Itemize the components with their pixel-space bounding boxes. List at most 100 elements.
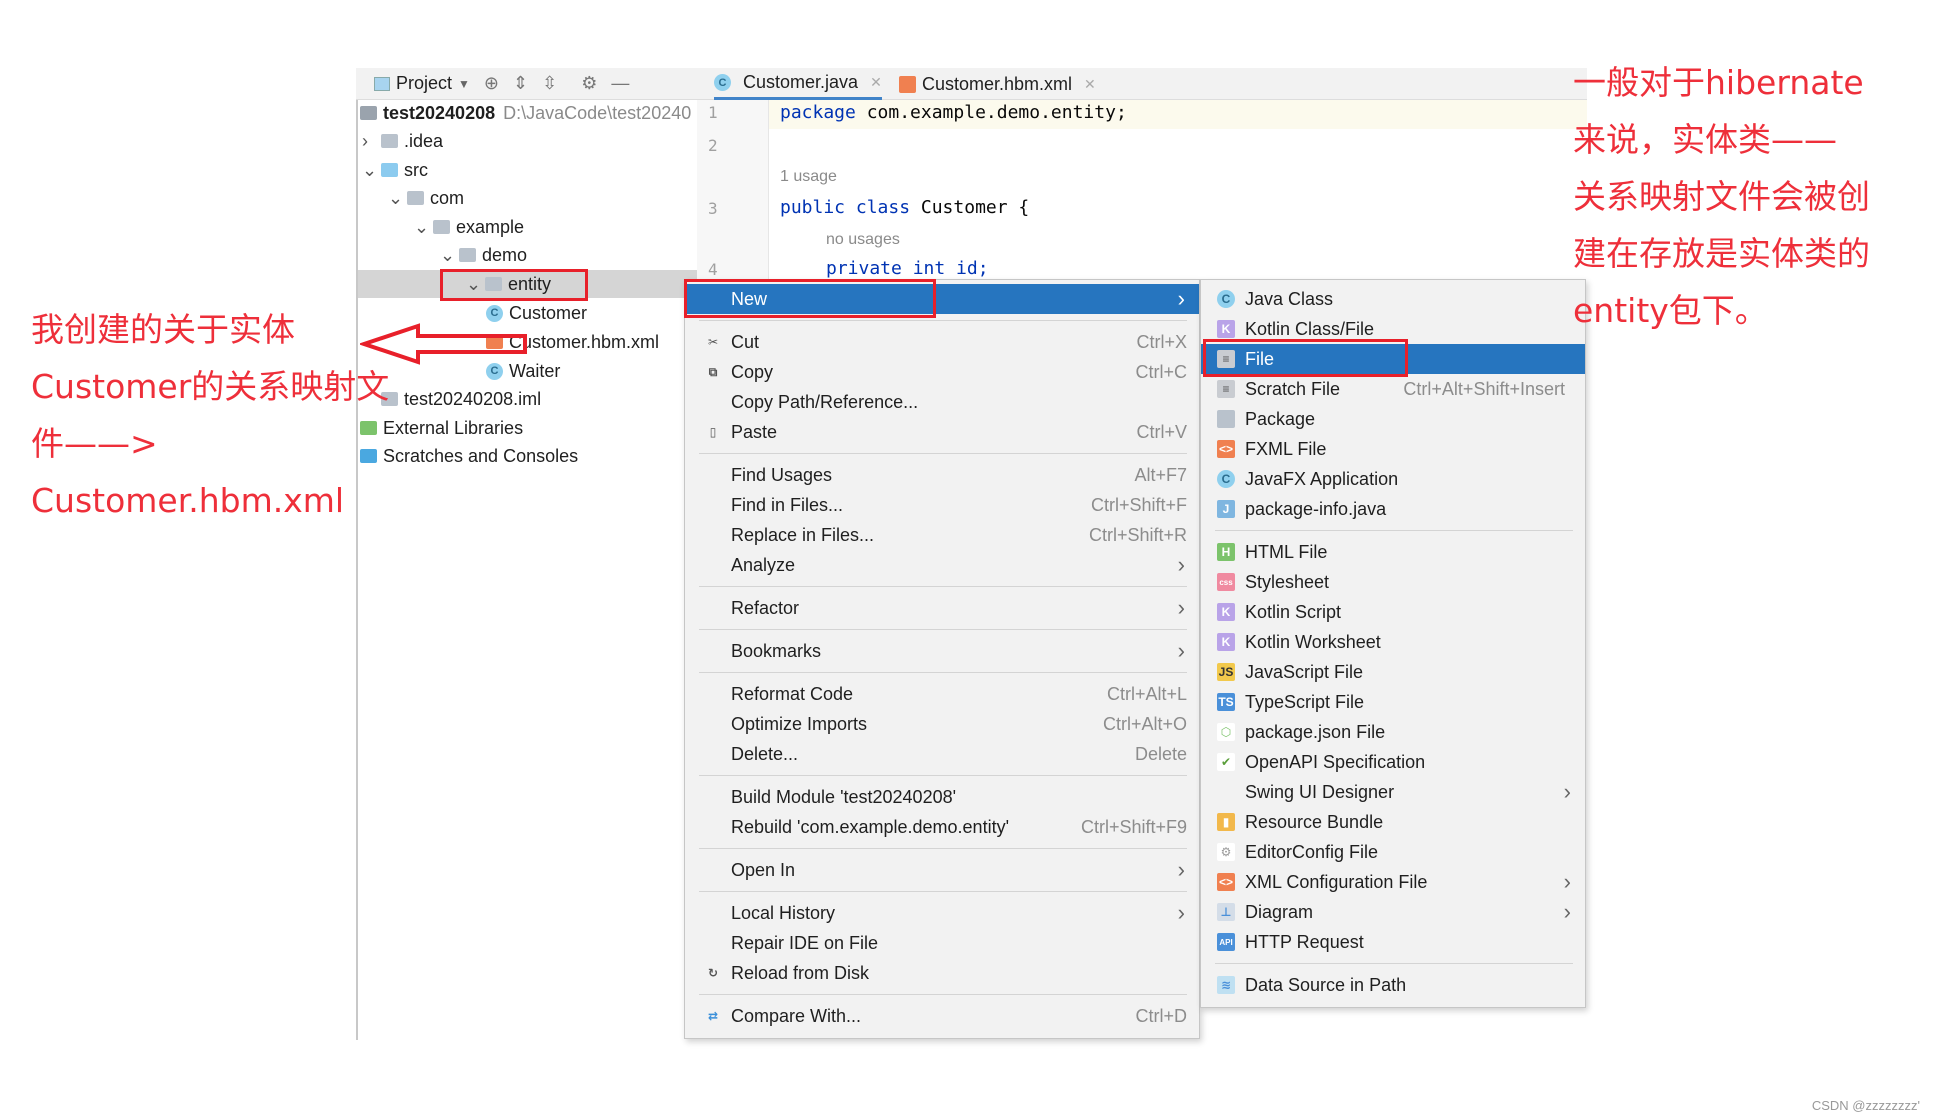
menu-item-xml-configuration-file[interactable]: <> XML Configuration File › — [1201, 867, 1585, 897]
menu-item-reload-from-disk[interactable]: ↻ Reload from Disk — [685, 958, 1199, 988]
chevron-down-icon[interactable]: ⌄ — [388, 188, 403, 209]
menu-item-javascript-file[interactable]: JS JavaScript File — [1201, 657, 1585, 687]
usage-hint[interactable]: 1 usage — [780, 168, 837, 186]
collapse-all-icon[interactable]: ⇳ — [542, 73, 557, 94]
shortcut-label: Ctrl+Shift+R — [1088, 524, 1187, 545]
editor-gutter — [697, 100, 769, 279]
tab-label: Customer.java — [743, 72, 859, 92]
tree-item-label: test20240208 — [383, 102, 496, 123]
tree-item-demo[interactable]: ⌄ demo — [358, 241, 697, 269]
line-number: 1 — [708, 103, 718, 122]
tree-item-test20240208[interactable]: test20240208 D:\JavaCode\test20240 — [358, 99, 697, 127]
menu-item-label: Bookmarks — [731, 640, 822, 661]
menu-item-editorconfig-file[interactable]: ⚙ EditorConfig File — [1201, 837, 1585, 867]
menu-item-scratch-file[interactable]: ≡ Scratch File Ctrl+Alt+Shift+Insert — [1201, 374, 1585, 404]
tree-item-label: .idea — [404, 130, 444, 151]
menu-item-javafx-application[interactable]: C JavaFX Application — [1201, 464, 1585, 494]
menu-item-rebuild-com-example-demo-entity[interactable]: Rebuild 'com.example.demo.entity' Ctrl+Sh… — [685, 812, 1199, 842]
menu-item-label: HTTP Request — [1245, 931, 1364, 952]
menu-item-analyze[interactable]: Analyze › — [685, 550, 1199, 580]
code-line-1: package com.example.demo.entity; — [780, 102, 1127, 123]
chevron-down-icon[interactable]: ⌄ — [414, 217, 429, 238]
menu-item-kotlin-worksheet[interactable]: K Kotlin Worksheet — [1201, 627, 1585, 657]
menu-item-find-in-files[interactable]: Find in Files... Ctrl+Shift+F — [685, 490, 1199, 520]
shortcut-label: Ctrl+Alt+Shift+Insert — [1403, 378, 1565, 399]
menu-separator — [1201, 524, 1585, 537]
gear-icon[interactable]: ⚙ — [581, 73, 597, 94]
menu-item-http-request[interactable]: API HTTP Request — [1201, 927, 1585, 957]
menu-item-package-info-java[interactable]: Jpackage-info.java — [1201, 494, 1585, 524]
menu-item-label: Resource Bundle — [1245, 811, 1384, 832]
tree-item-label: src — [404, 159, 428, 180]
bundle-icon: ▮ — [1217, 813, 1235, 831]
file-highlight-box — [1203, 339, 1408, 377]
menu-separator — [685, 623, 1199, 636]
menu-item-label: package-info.java — [1245, 498, 1387, 519]
chevron-down-icon[interactable]: ⌄ — [362, 160, 377, 181]
menu-item-openapi-specification[interactable]: ✔ OpenAPI Specification — [1201, 747, 1585, 777]
menu-item-compare-with[interactable]: ⇄ Compare With... Ctrl+D — [685, 1001, 1199, 1031]
menu-item-label: Diagram — [1245, 901, 1314, 922]
menu-item-refactor[interactable]: Refactor › — [685, 593, 1199, 623]
menu-item-build-module-test20240208[interactable]: Build Module 'test20240208' — [685, 782, 1199, 812]
tree-item-src[interactable]: ⌄ src — [358, 156, 697, 184]
tab-customer-hbm-xml[interactable]: Customer.hbm.xml ✕ — [899, 68, 1096, 100]
menu-item-html-file[interactable]: H HTML File — [1201, 537, 1585, 567]
menu-item-bookmarks[interactable]: Bookmarks › — [685, 636, 1199, 666]
shortcut-label: Ctrl+X — [1136, 331, 1187, 352]
menu-item-package-json-file[interactable]: ⬡ package.json File — [1201, 717, 1585, 747]
menu-item-copy[interactable]: ⧉ Copy Ctrl+C — [685, 357, 1199, 387]
expand-all-icon[interactable]: ⇕ — [513, 73, 528, 94]
chevron-right-icon: › — [1563, 869, 1571, 894]
menu-item-data-source-in-path[interactable]: ≋ Data Source in Path — [1201, 970, 1585, 1000]
menu-item-kotlin-script[interactable]: K Kotlin Script — [1201, 597, 1585, 627]
menu-item-swing-ui-designer[interactable]: Swing UI Designer › — [1201, 777, 1585, 807]
html-icon: H — [1217, 543, 1235, 561]
menu-item-resource-bundle[interactable]: ▮ Resource Bundle — [1201, 807, 1585, 837]
shortcut-label: Ctrl+Shift+F9 — [1080, 816, 1187, 837]
menu-item-cut[interactable]: ✂ Cut Ctrl+X — [685, 327, 1199, 357]
database-icon: ≋ — [1217, 976, 1235, 994]
annotation-line: entity包下。 — [1573, 291, 1768, 330]
menu-item-local-history[interactable]: Local History › — [685, 898, 1199, 928]
tree-item-example[interactable]: ⌄ example — [358, 213, 697, 241]
chevron-right-icon: › — [1177, 857, 1185, 882]
menu-item-reformat-code[interactable]: Reformat Code Ctrl+Alt+L — [685, 679, 1199, 709]
menu-item-replace-in-files[interactable]: Replace in Files... Ctrl+Shift+R — [685, 520, 1199, 550]
tree-item-test20240208-iml[interactable]: test20240208.iml — [358, 385, 697, 413]
menu-item-java-class[interactable]: C Java Class — [1201, 284, 1585, 314]
tree-item-external-libraries[interactable]: External Libraries — [358, 414, 697, 442]
line-number: 2 — [708, 136, 718, 155]
menu-item-open-in[interactable]: Open In › — [685, 855, 1199, 885]
menu-item-diagram[interactable]: ⊥ Diagram › — [1201, 897, 1585, 927]
menu-item-typescript-file[interactable]: TS TypeScript File — [1201, 687, 1585, 717]
chevron-down-icon[interactable]: ⌄ — [440, 245, 455, 266]
close-icon[interactable]: ✕ — [1084, 76, 1096, 93]
menu-item-optimize-imports[interactable]: Optimize Imports Ctrl+Alt+O — [685, 709, 1199, 739]
menu-item-label: FXML File — [1245, 438, 1327, 459]
menu-item-fxml-file[interactable]: <> FXML File — [1201, 434, 1585, 464]
locate-icon[interactable]: ⊕ — [484, 73, 499, 94]
menu-item-stylesheet[interactable]: css Stylesheet — [1201, 567, 1585, 597]
menu-item-paste[interactable]: ▯ Paste Ctrl+V — [685, 417, 1199, 447]
tree-item-idea[interactable]: › .idea — [358, 127, 697, 155]
shortcut-label: Ctrl+Alt+O — [1102, 713, 1187, 734]
menu-item-copy-path-reference[interactable]: Copy Path/Reference... — [685, 387, 1199, 417]
menu-item-delete[interactable]: Delete... Delete — [685, 739, 1199, 769]
copy-icon: ⧉ — [708, 364, 718, 379]
menu-item-package[interactable]: Package — [1201, 404, 1585, 434]
chevron-right-icon[interactable]: › — [362, 131, 368, 152]
annotation-line: Customer的关系映射文 — [31, 367, 390, 406]
menu-item-label: Local History — [731, 902, 836, 923]
openapi-icon: ✔ — [1217, 753, 1235, 771]
close-icon[interactable]: ✕ — [870, 74, 882, 91]
hide-icon[interactable]: — — [611, 73, 629, 94]
tree-item-com[interactable]: ⌄ com — [358, 184, 697, 212]
project-view-selector[interactable]: Project ▼ — [374, 73, 470, 94]
tab-customer-java[interactable]: C Customer.java ✕ — [714, 68, 882, 100]
menu-item-repair-ide-on-file[interactable]: Repair IDE on File — [685, 928, 1199, 958]
menu-item-label: Package — [1245, 408, 1316, 429]
tree-item-scratches-and-consoles[interactable]: Scratches and Consoles — [358, 442, 697, 470]
tree-item-label: com — [430, 187, 465, 208]
menu-item-find-usages[interactable]: Find Usages Alt+F7 — [685, 460, 1199, 490]
